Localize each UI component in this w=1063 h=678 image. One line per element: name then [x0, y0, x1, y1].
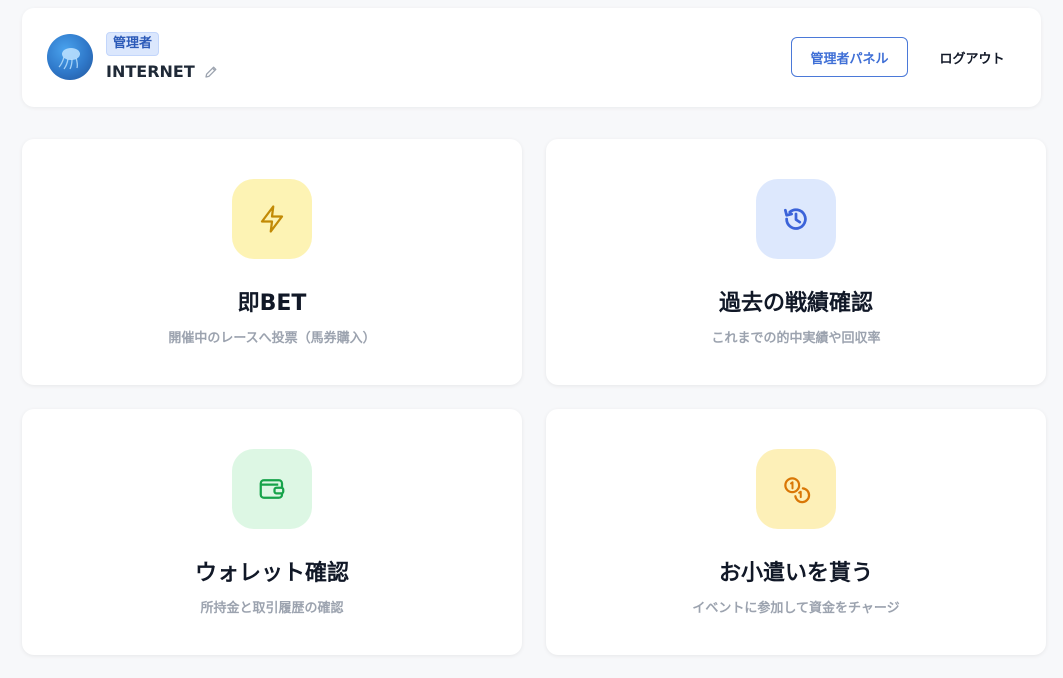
avatar	[47, 34, 93, 80]
card-description: イベントに参加して資金をチャージ	[692, 601, 900, 616]
past-record-card[interactable]: 過去の戦績確認 これまでの的中実績や回収率	[546, 139, 1046, 385]
card-title: 過去の戦績確認	[718, 291, 873, 316]
icon-tile	[232, 179, 312, 259]
allowance-card[interactable]: お小遣いを貰う イベントに参加して資金をチャージ	[546, 409, 1046, 655]
lightning-icon	[260, 205, 284, 233]
admin-panel-button[interactable]: 管理者パネル	[791, 37, 908, 77]
username: INTERNET	[106, 62, 195, 81]
icon-tile	[756, 179, 836, 259]
card-title: お小遣いを貰う	[718, 561, 873, 586]
wallet-icon	[259, 479, 285, 499]
card-description: 所持金と取引履歴の確認	[200, 601, 344, 616]
coins-icon	[784, 477, 811, 504]
history-icon	[784, 208, 807, 230]
card-description: 開催中のレースへ投票（馬券購入）	[168, 331, 376, 346]
card-title: 即BET	[237, 291, 307, 316]
card-title: ウォレット確認	[194, 561, 349, 586]
icon-tile	[756, 449, 836, 529]
wallet-card[interactable]: ウォレット確認 所持金と取引履歴の確認	[22, 409, 522, 655]
icon-tile	[232, 449, 312, 529]
logout-button[interactable]: ログアウト	[926, 37, 1018, 77]
role-badge: 管理者	[106, 32, 160, 56]
user-header: 管理者 INTERNET 管理者パネル ログアウト	[22, 8, 1041, 107]
username-row: INTERNET	[106, 62, 219, 81]
pencil-icon[interactable]	[203, 64, 219, 80]
jellyfish-icon	[58, 48, 80, 70]
card-description: これまでの的中実績や回収率	[711, 331, 881, 346]
instant-bet-card[interactable]: 即BET 開催中のレースへ投票（馬券購入）	[22, 139, 522, 385]
